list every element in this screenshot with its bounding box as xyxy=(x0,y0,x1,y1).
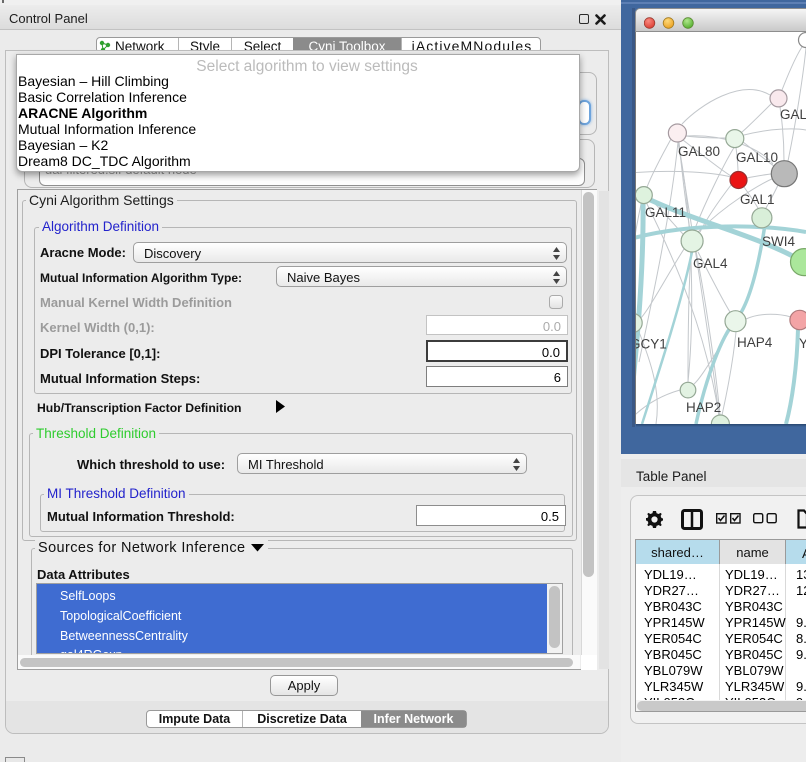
svg-text:HAP4: HAP4 xyxy=(737,335,773,350)
svg-text:HAP2: HAP2 xyxy=(686,400,721,415)
svg-text:Y: Y xyxy=(799,336,806,351)
svg-text:GAL11: GAL11 xyxy=(645,205,686,220)
svg-text:GAL10: GAL10 xyxy=(736,150,778,165)
svg-text:GCY1: GCY1 xyxy=(636,337,667,352)
svg-text:SWI4: SWI4 xyxy=(762,234,795,249)
svg-text:GAL7: GAL7 xyxy=(780,107,806,122)
svg-text:GAL4: GAL4 xyxy=(693,256,728,271)
svg-text:GAL1: GAL1 xyxy=(740,192,775,207)
svg-text:GAL80: GAL80 xyxy=(678,144,720,159)
